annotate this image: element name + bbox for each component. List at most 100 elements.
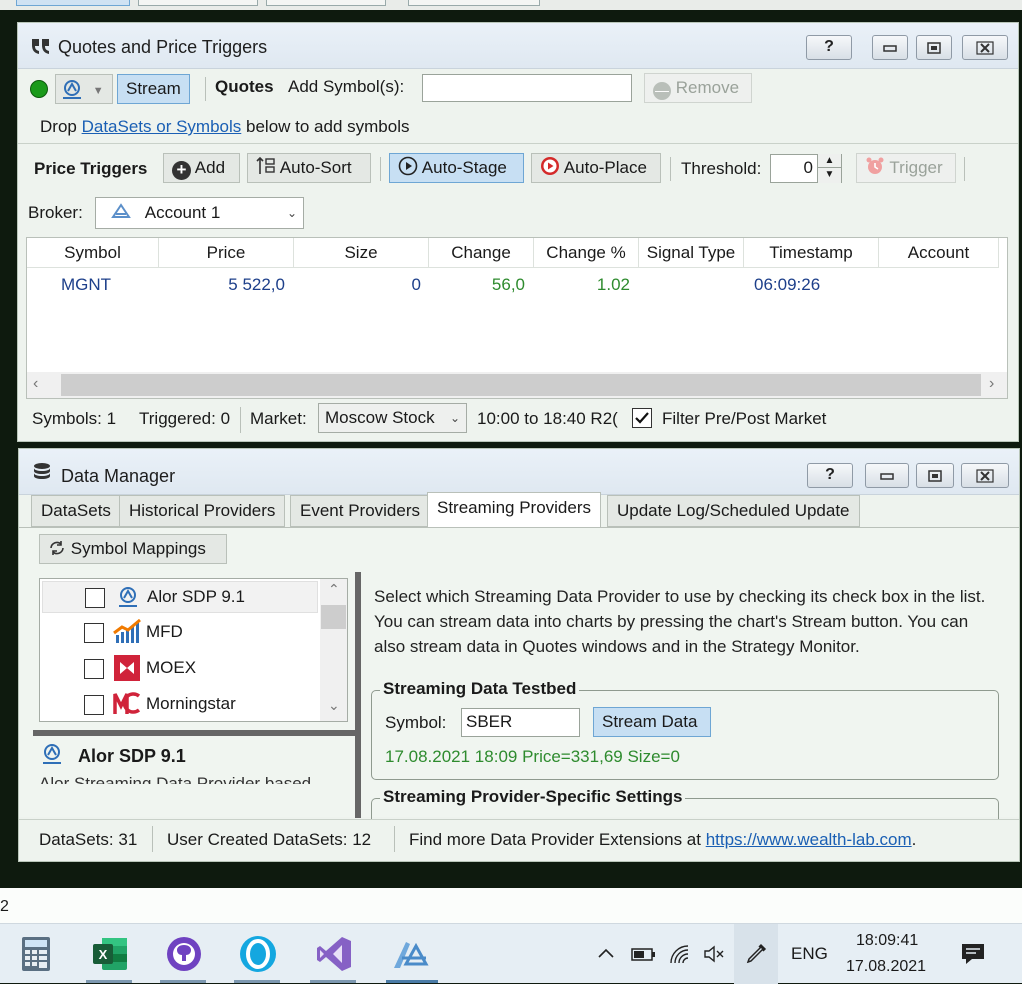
excel-icon[interactable]: X: [90, 934, 130, 974]
provider-checkbox[interactable]: [84, 695, 104, 715]
tab-update-log[interactable]: Update Log/Scheduled Update: [607, 495, 860, 527]
cell-timestamp: 06:09:26: [754, 275, 821, 294]
stream-data-button[interactable]: Stream Data: [593, 707, 711, 737]
datasets-count: DataSets: 31: [39, 830, 138, 849]
testbed-symbol-input[interactable]: SBER: [461, 708, 580, 737]
tab-datasets[interactable]: DataSets: [31, 495, 121, 527]
filter-pre-post-checkbox[interactable]: [632, 408, 652, 428]
language-indicator[interactable]: ENG: [791, 944, 828, 964]
minimize-button[interactable]: [865, 463, 909, 488]
column-header-signal-type[interactable]: Signal Type: [639, 238, 744, 268]
tab-event-providers[interactable]: Event Providers: [290, 495, 430, 527]
spin-up-icon[interactable]: ▲: [818, 154, 841, 168]
testbed-output: 17.08.2021 18:09 Price=331,69 Size=0: [385, 747, 680, 766]
testbed-title: Streaming Data Testbed: [380, 679, 580, 699]
settings-title: Streaming Provider-Specific Settings: [380, 787, 686, 807]
column-header-timestamp[interactable]: Timestamp: [744, 238, 879, 268]
datasets-symbols-link[interactable]: DataSets or Symbols: [82, 117, 242, 136]
add-trigger-button[interactable]: + Add: [163, 153, 240, 183]
provider-list: Alor SDP 9.1 MFD MOEX Morningstar ⌃ ⌄: [39, 578, 348, 722]
trigger-button[interactable]: Trigger: [856, 153, 956, 183]
divider: [670, 157, 671, 181]
provider-name: MFD: [146, 622, 183, 641]
auto-sort-button[interactable]: Auto-Sort: [247, 153, 371, 183]
clock-time[interactable]: 18:09:41: [856, 932, 918, 950]
market-label: Market:: [250, 409, 307, 428]
scrollbar-thumb[interactable]: [321, 605, 346, 629]
column-header-size[interactable]: Size: [294, 238, 429, 268]
play-circle-red-icon: [541, 157, 559, 175]
chevron-down-icon: ⌄: [446, 404, 460, 432]
column-header-account[interactable]: Account: [879, 238, 999, 268]
quotes-title-bar[interactable]: Quotes and Price Triggers ?: [18, 23, 1018, 69]
maximize-button[interactable]: [916, 463, 954, 488]
list-item[interactable]: Alor SDP 9.1: [42, 581, 318, 613]
auto-place-button[interactable]: Auto-Place: [531, 153, 661, 183]
background-tab[interactable]: [16, 0, 130, 6]
market-select[interactable]: Moscow Stock ⌄: [318, 403, 467, 433]
provider-checkbox[interactable]: [85, 588, 105, 608]
data-manager-title-bar[interactable]: Data Manager ?: [19, 449, 1019, 495]
scrollbar-thumb[interactable]: [61, 374, 981, 396]
cell-price: 5 522,0: [228, 275, 285, 294]
alor-icon: [119, 587, 137, 607]
alor-icon: [43, 744, 61, 764]
tab-streaming-providers[interactable]: Streaming Providers: [427, 492, 602, 527]
calculator-icon[interactable]: [16, 934, 56, 974]
provider-checkbox[interactable]: [84, 623, 104, 643]
alice-icon[interactable]: [238, 934, 278, 974]
notification-icon[interactable]: [960, 941, 986, 967]
chevron-up-icon[interactable]: [596, 944, 616, 964]
list-item[interactable]: MOEX: [42, 653, 318, 685]
column-header-symbol[interactable]: Symbol: [27, 238, 159, 268]
stream-button[interactable]: Stream: [117, 74, 190, 104]
background-tab[interactable]: [408, 0, 540, 6]
scroll-up-icon[interactable]: ⌃: [328, 581, 340, 598]
background-tab[interactable]: [138, 0, 258, 6]
symbol-mappings-button[interactable]: Symbol Mappings: [39, 534, 227, 564]
maximize-icon: [927, 42, 941, 54]
provider-select[interactable]: ▼: [55, 74, 113, 104]
sort-icon: [256, 156, 275, 174]
close-button[interactable]: [961, 463, 1009, 488]
clock-date[interactable]: 17.08.2021: [846, 958, 926, 976]
streaming-testbed-group: Streaming Data Testbed Symbol: SBER Stre…: [371, 679, 999, 780]
visual-studio-icon[interactable]: [314, 934, 354, 974]
battery-icon[interactable]: [631, 944, 657, 964]
list-splitter[interactable]: [33, 730, 355, 736]
list-item[interactable]: MFD: [42, 617, 318, 649]
speaker-muted-icon[interactable]: [702, 943, 726, 965]
help-button[interactable]: ?: [807, 463, 853, 488]
minimize-button[interactable]: [872, 35, 908, 60]
wifi-icon[interactable]: [668, 943, 692, 965]
broker-select[interactable]: Account 1 ⌄: [95, 197, 304, 229]
column-header-change[interactable]: Change: [429, 238, 534, 268]
remove-button[interactable]: — Remove: [644, 73, 752, 103]
auto-stage-button[interactable]: Auto-Stage: [389, 153, 524, 183]
spin-down-icon[interactable]: ▼: [818, 168, 841, 182]
wealth-lab-icon[interactable]: [390, 934, 430, 974]
column-header-change-pct[interactable]: Change %: [534, 238, 639, 268]
panel-splitter[interactable]: [355, 572, 361, 818]
pen-tray-button[interactable]: [734, 924, 778, 984]
threshold-spinner[interactable]: ▲ ▼: [817, 154, 841, 183]
add-symbols-input[interactable]: [422, 74, 632, 102]
table-row[interactable]: MGNT 5 522,0 0 56,0 1.02 06:09:26: [27, 269, 1007, 299]
background-tab[interactable]: [266, 0, 386, 6]
horizontal-scrollbar[interactable]: ‹ ›: [27, 372, 1007, 398]
github-icon[interactable]: [164, 934, 204, 974]
scroll-right-icon[interactable]: ›: [989, 375, 994, 393]
scroll-down-icon[interactable]: ⌄: [328, 697, 340, 714]
close-button[interactable]: [962, 35, 1008, 60]
maximize-button[interactable]: [916, 35, 952, 60]
wealth-lab-link[interactable]: https://www.wealth-lab.com: [706, 830, 912, 849]
scroll-left-icon[interactable]: ‹: [33, 375, 38, 393]
minimize-icon: [883, 45, 897, 52]
tab-historical-providers[interactable]: Historical Providers: [119, 495, 286, 527]
list-item[interactable]: Morningstar: [42, 689, 318, 721]
column-header-price[interactable]: Price: [159, 238, 294, 268]
vertical-scrollbar[interactable]: ⌃ ⌄: [320, 579, 347, 721]
provider-name: Morningstar: [146, 694, 236, 713]
provider-checkbox[interactable]: [84, 659, 104, 679]
help-button[interactable]: ?: [806, 35, 852, 60]
